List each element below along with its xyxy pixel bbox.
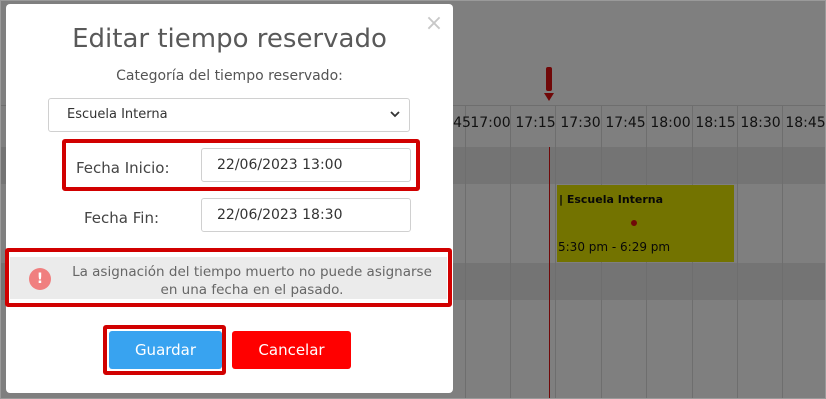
category-select-value: Escuela Interna [67, 107, 168, 122]
save-button[interactable]: Guardar [109, 331, 222, 369]
error-alert-highlight [5, 248, 452, 307]
end-date-value: 22/06/2023 18:30 [217, 207, 343, 223]
category-label: Categoría del tiempo reservado: [116, 68, 343, 84]
dialog-title: Editar tiempo reservado [72, 24, 387, 54]
edit-reserved-time-dialog: × Editar tiempo reservado Categoría del … [5, 4, 453, 393]
end-date-input[interactable]: 22/06/2023 18:30 [201, 198, 411, 232]
cancel-button[interactable]: Cancelar [232, 331, 351, 369]
category-select[interactable]: Escuela Interna [48, 98, 410, 132]
chevron-down-icon [390, 111, 400, 118]
screenshot-frame: 45 17:00 17:15 17:30 17:45 18:00 18:15 1… [0, 0, 826, 399]
end-date-label: Fecha Fin: [84, 209, 160, 227]
start-date-input[interactable]: 22/06/2023 13:00 [201, 148, 411, 182]
start-date-label: Fecha Inicio: [76, 159, 170, 177]
start-date-value: 22/06/2023 13:00 [217, 157, 343, 173]
